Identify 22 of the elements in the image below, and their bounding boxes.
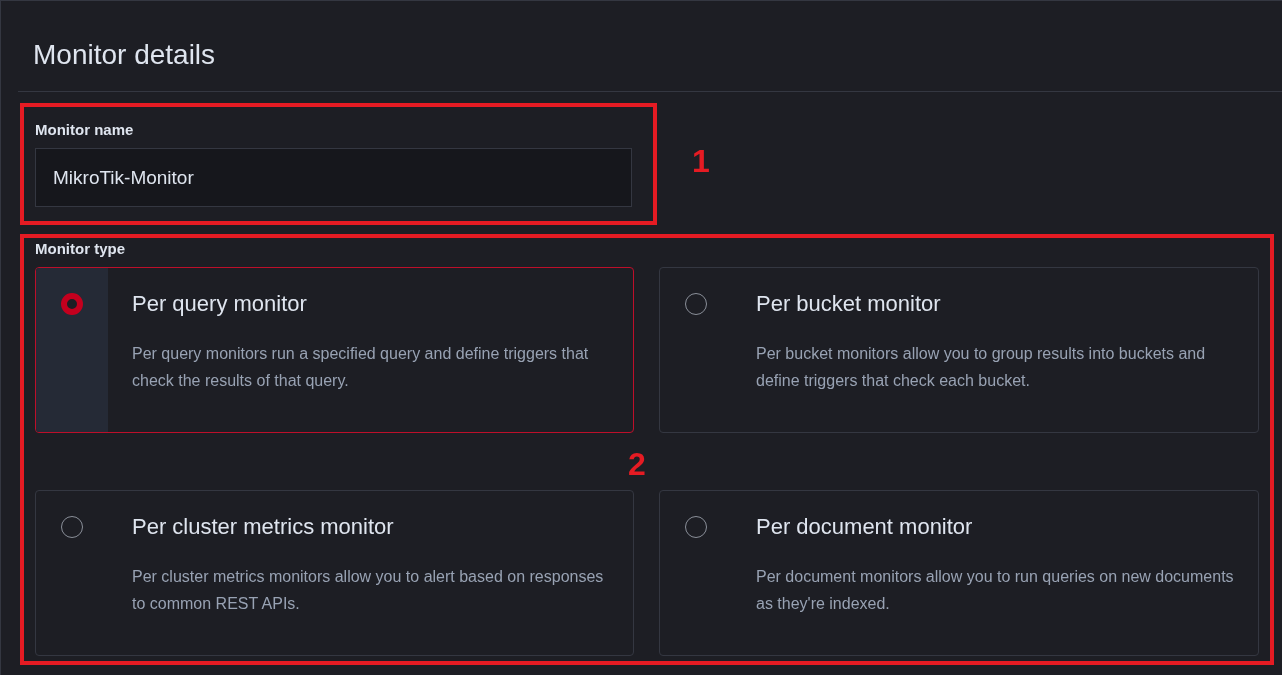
monitor-type-option[interactable]: Per bucket monitor Per bucket monitors allow you to group results into buckets and define triggers that check each bucket.	[659, 267, 1259, 433]
monitor-name-input[interactable]: MikroTik-Monitor	[35, 148, 632, 207]
radio-button[interactable]	[685, 516, 707, 538]
option-title: Per bucket monitor	[756, 290, 942, 318]
radio-button[interactable]	[61, 516, 83, 538]
option-description: Per cluster metrics monitors allow you to alert based on responses to common REST APIs.	[132, 567, 605, 614]
option-description: Per bucket monitors allow you to group results into buckets and define triggers that check each bucket.	[756, 344, 1207, 391]
option-title: Per cluster metrics monitor	[132, 513, 395, 541]
option-description: Per document monitors allow you to run queries on new documents as they're indexed.	[756, 567, 1235, 614]
option-title: Per query monitor	[132, 290, 308, 318]
monitor-type-option[interactable]: Per document monitor Per document monitors allow you to run queries on new documents as they're indexed.	[659, 490, 1259, 656]
field-label: Monitor type	[35, 239, 126, 259]
monitor-type-option[interactable]: Per cluster metrics monitor Per cluster metrics monitors allow you to alert based on responses to common REST APIs.	[35, 490, 634, 656]
annotation-number: 2	[628, 448, 646, 480]
monitor-type-option[interactable]: Per query monitor Per query monitors run a specified query and define triggers that check the results of that query.	[35, 267, 634, 433]
radio-button[interactable]	[61, 293, 83, 315]
section-title: Monitor details	[18, 1, 1282, 92]
annotation-number: 1	[692, 145, 710, 177]
option-title: Per document monitor	[756, 513, 974, 541]
field-label: Monitor name	[35, 120, 135, 140]
radio-button[interactable]	[685, 293, 707, 315]
option-description: Per query monitors run a specified query and define triggers that check the results of that query.	[132, 344, 590, 391]
